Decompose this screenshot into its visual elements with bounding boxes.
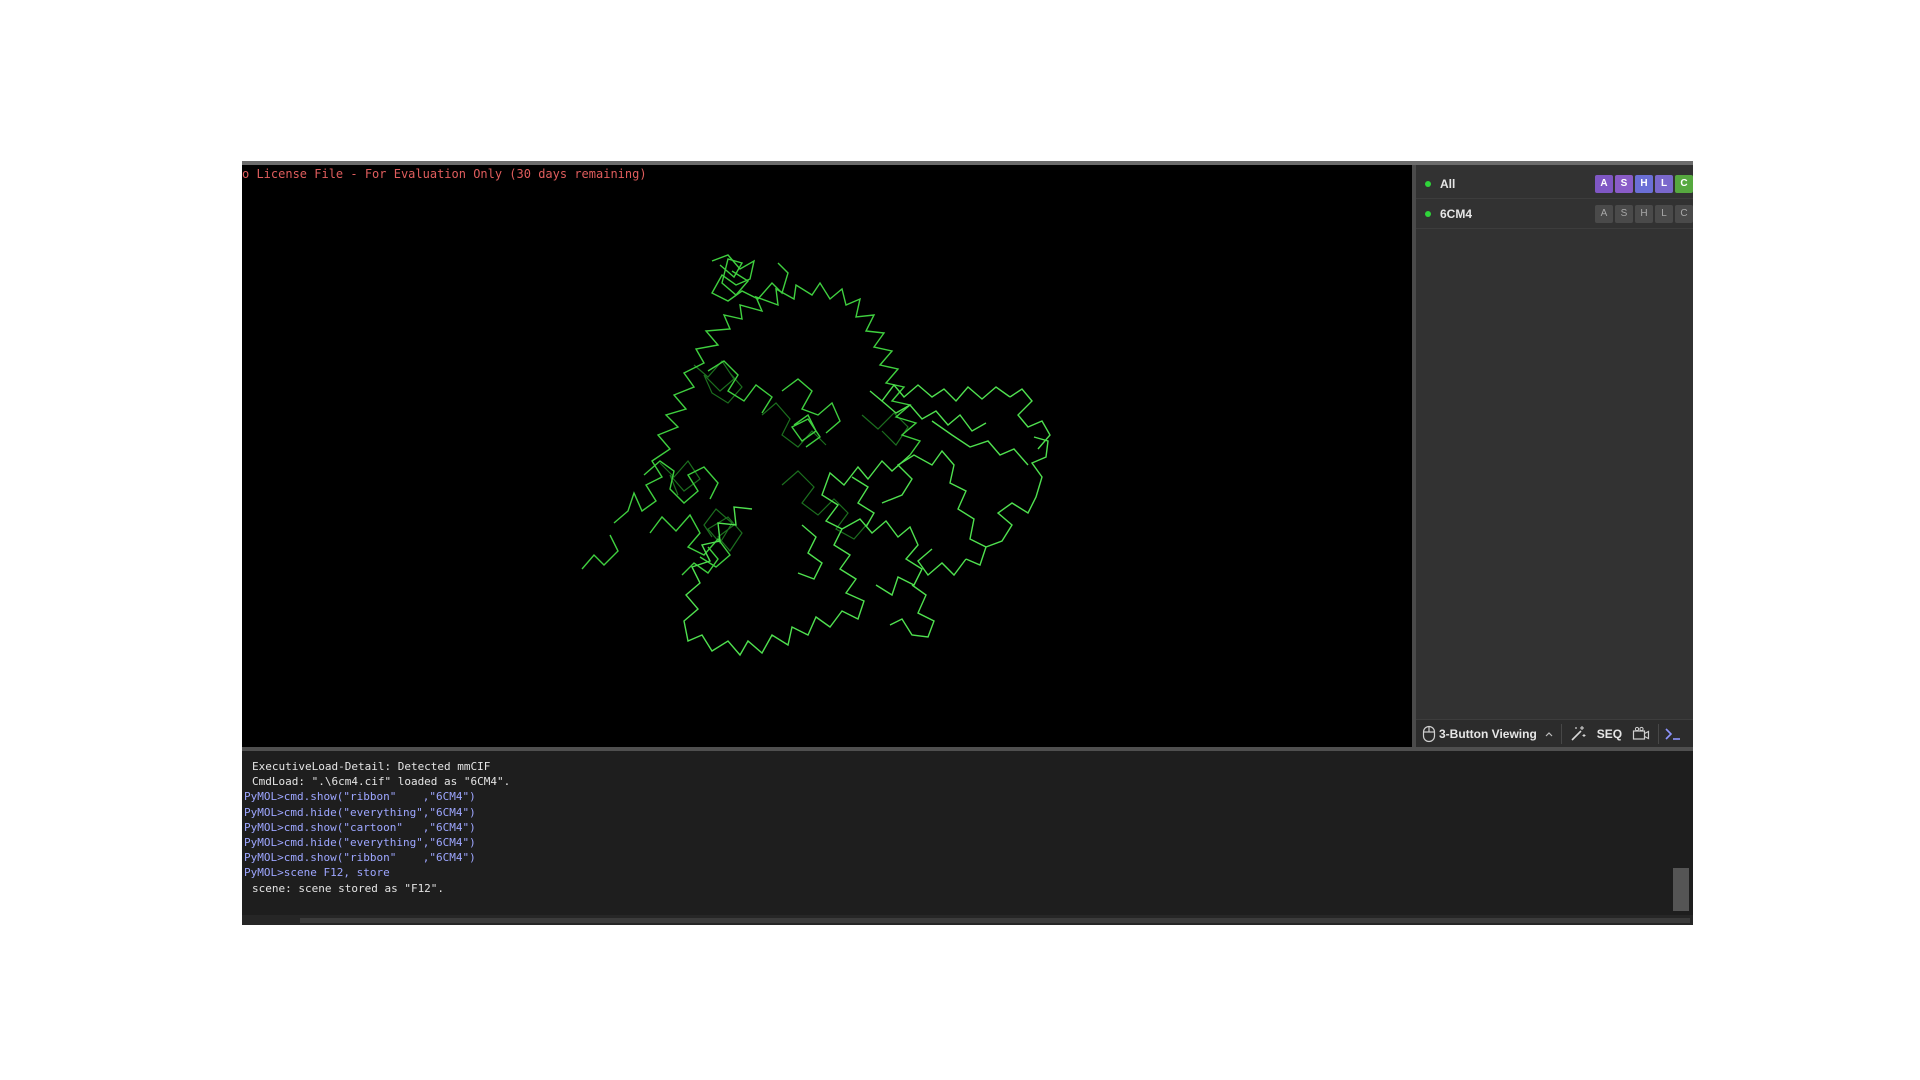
object-row-6cm4[interactable]: 6CM4 A S H L C	[1416, 199, 1693, 229]
object-name: 6CM4	[1440, 206, 1473, 221]
console-toggle-button[interactable]	[1664, 726, 1682, 742]
toolbar-divider	[1658, 724, 1660, 744]
console-line: PyMOL>scene F12, store	[244, 866, 390, 880]
console-line: PyMOL>cmd.show("ribbon" ,"6CM4")	[244, 790, 476, 804]
command-console[interactable]: ExecutiveLoad-Detail: Detected mmCIF Cmd…	[242, 751, 1693, 925]
console-line: scene: scene stored as "F12".	[252, 881, 445, 895]
terminal-icon	[1665, 728, 1681, 740]
enabled-indicator[interactable]	[1425, 210, 1431, 217]
protein-ribbon	[581, 254, 1051, 657]
object-panel: All A S H L C 6CM4 A S H L C	[1416, 165, 1693, 747]
console-vertical-scrollbar[interactable]	[1673, 868, 1689, 911]
chevron-up-icon	[1545, 732, 1553, 737]
show-button[interactable]: S	[1615, 204, 1633, 223]
label-button[interactable]: L	[1655, 174, 1673, 193]
mouse-mode-selector[interactable]: 3-Button Viewing	[1422, 725, 1555, 743]
color-button[interactable]: C	[1675, 204, 1693, 223]
console-output: ExecutiveLoad-Detail: Detected mmCIF Cmd…	[244, 759, 510, 896]
3d-viewer[interactable]: o License File - For Evaluation Only (30…	[242, 165, 1412, 747]
console-line: PyMOL>cmd.show("cartoon" ,"6CM4")	[244, 820, 476, 834]
hide-button[interactable]: H	[1635, 174, 1653, 193]
label-button[interactable]: L	[1655, 204, 1673, 223]
mouse-mode-label: 3-Button Viewing	[1439, 727, 1537, 741]
magic-wand-icon	[1571, 726, 1586, 741]
console-line: PyMOL>cmd.show("ribbon" ,"6CM4")	[244, 851, 476, 865]
object-row-all[interactable]: All A S H L C	[1416, 169, 1693, 199]
action-button[interactable]: A	[1595, 174, 1613, 193]
movie-button[interactable]	[1632, 726, 1650, 742]
sequence-button[interactable]: SEQ	[1597, 727, 1622, 741]
pymol-window: o License File - For Evaluation Only (30…	[242, 161, 1693, 925]
console-line: PyMOL>cmd.hide("everything","6CM4")	[244, 805, 476, 819]
console-line: PyMOL>cmd.hide("everything","6CM4")	[244, 835, 476, 849]
camera-icon	[1633, 726, 1650, 740]
console-horizontal-scrollbar[interactable]	[242, 915, 1693, 925]
bottom-toolbar: 3-Button Viewing SEQ	[1416, 719, 1693, 748]
show-button[interactable]: S	[1615, 174, 1633, 193]
object-name: All	[1440, 176, 1456, 191]
color-button[interactable]: C	[1675, 174, 1693, 193]
toolbar-divider	[1560, 724, 1562, 744]
sequence-label: SEQ	[1596, 727, 1623, 741]
console-line: CmdLoad: ".\6cm4.cif" loaded as "6CM4".	[252, 775, 511, 789]
enabled-indicator[interactable]	[1425, 180, 1431, 187]
mouse-icon	[1422, 725, 1436, 743]
hide-button[interactable]: H	[1635, 204, 1653, 223]
scrollbar-thumb[interactable]	[300, 918, 1690, 923]
action-button[interactable]: A	[1595, 204, 1613, 223]
builder-button[interactable]	[1569, 725, 1587, 743]
console-line: ExecutiveLoad-Detail: Detected mmCIF	[252, 760, 491, 773]
